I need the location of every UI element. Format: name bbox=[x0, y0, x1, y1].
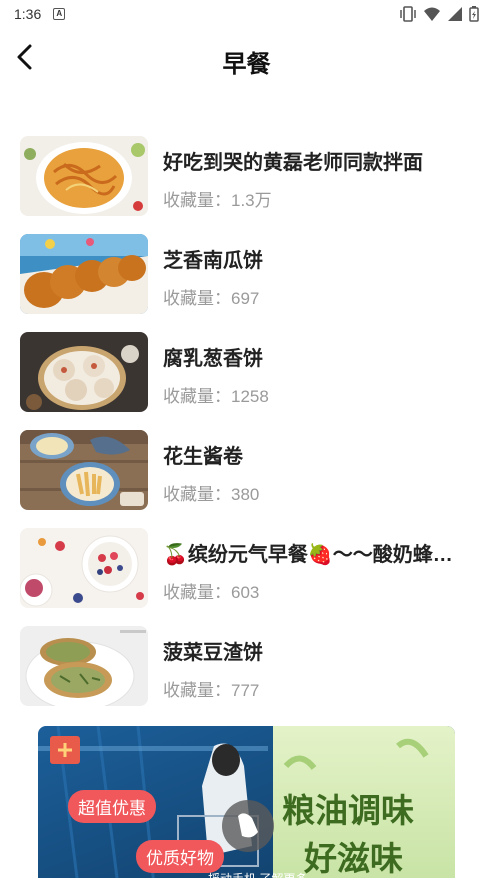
recipe-favorites: 收藏量：1.3万 bbox=[163, 186, 272, 211]
recipe-item[interactable]: 芝香南瓜饼 收藏量：697 bbox=[0, 228, 493, 326]
favorites-count: 697 bbox=[231, 289, 260, 308]
recipe-item[interactable]: 花生酱卷 收藏量：380 bbox=[0, 424, 493, 522]
recipe-name: 好吃到哭的黄磊老师同款拌面 bbox=[163, 152, 423, 174]
recipe-name: 🍒缤纷元气早餐🍓～～酸奶蜂… bbox=[163, 544, 453, 566]
recipe-thumbnail bbox=[20, 332, 148, 412]
recipe-favorites: 收藏量：603 bbox=[163, 578, 259, 603]
status-bar: 1:36 A bbox=[0, 0, 493, 28]
recipe-favorites: 收藏量：777 bbox=[163, 676, 259, 701]
nav-bar: 早餐 bbox=[0, 28, 493, 88]
signal-icon bbox=[448, 7, 462, 21]
favorites-label: 收藏量： bbox=[163, 681, 231, 700]
wifi-icon bbox=[424, 7, 440, 21]
recipe-name: 腐乳葱香饼 bbox=[163, 348, 263, 370]
favorites-label: 收藏量： bbox=[163, 485, 231, 504]
recipe-name: 菠菜豆渣饼 bbox=[163, 642, 263, 664]
favorites-count: 380 bbox=[231, 485, 260, 504]
recipe-thumbnail bbox=[20, 234, 148, 314]
ad-banner[interactable]: 超值优惠 优质好物 粮油调味 好滋味 摇动手机 了解更多 bbox=[38, 726, 455, 878]
ad-tag-1: 超值优惠 bbox=[68, 790, 156, 823]
favorites-count: 1258 bbox=[231, 387, 269, 406]
recipe-thumbnail bbox=[20, 136, 148, 216]
status-icons bbox=[399, 6, 479, 22]
favorites-label: 收藏量： bbox=[163, 191, 231, 210]
recipe-name: 芝香南瓜饼 bbox=[163, 250, 263, 272]
recipe-item[interactable]: 🍒缤纷元气早餐🍓～～酸奶蜂… 收藏量：603 bbox=[0, 522, 493, 620]
recipe-item[interactable]: 腐乳葱香饼 收藏量：1258 bbox=[0, 326, 493, 424]
sim-card-icon: A bbox=[53, 8, 66, 20]
recipe-favorites: 收藏量：1258 bbox=[163, 382, 269, 407]
favorites-label: 收藏量： bbox=[163, 289, 231, 308]
favorites-count: 1.3万 bbox=[231, 191, 272, 210]
recipe-thumbnail bbox=[20, 528, 148, 608]
recipe-name: 花生酱卷 bbox=[163, 446, 243, 468]
favorites-label: 收藏量： bbox=[163, 583, 231, 602]
recipe-favorites: 收藏量：697 bbox=[163, 284, 259, 309]
ad-headline-1: 粮油调味 bbox=[282, 791, 414, 830]
favorites-label: 收藏量： bbox=[163, 387, 231, 406]
ad-shake-hint: 摇动手机 了解更多 bbox=[208, 870, 307, 878]
page-title: 早餐 bbox=[222, 51, 271, 78]
vibrate-icon bbox=[400, 6, 416, 22]
battery-icon bbox=[469, 6, 479, 22]
recipe-list: 好吃到哭的黄磊老师同款拌面 收藏量：1.3万 芝香南瓜饼 收藏量：697 腐乳葱… bbox=[0, 130, 493, 718]
favorites-count: 603 bbox=[231, 583, 260, 602]
ad-tag-2: 优质好物 bbox=[136, 840, 224, 873]
recipe-item[interactable]: 好吃到哭的黄磊老师同款拌面 收藏量：1.3万 bbox=[0, 130, 493, 228]
recipe-thumbnail bbox=[20, 430, 148, 510]
recipe-thumbnail bbox=[20, 626, 148, 706]
favorites-count: 777 bbox=[231, 681, 260, 700]
recipe-item[interactable]: 菠菜豆渣饼 收藏量：777 bbox=[0, 620, 493, 718]
recipe-favorites: 收藏量：380 bbox=[163, 480, 259, 505]
status-time: 1:36 bbox=[14, 6, 42, 22]
ad-headline-2: 好滋味 bbox=[304, 839, 403, 878]
